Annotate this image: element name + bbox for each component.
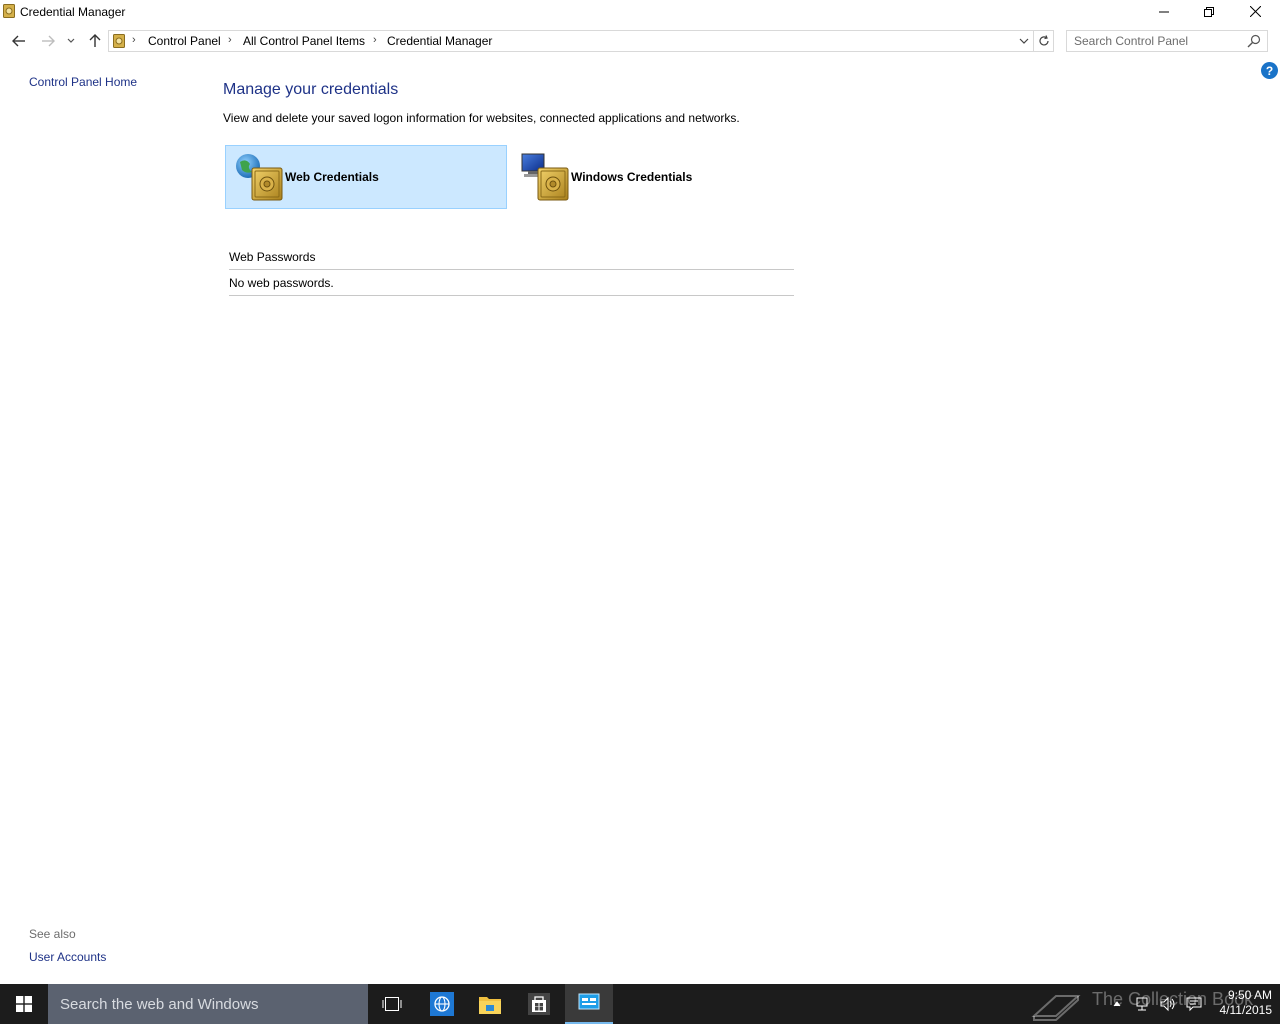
- see-also-label: See also: [29, 927, 76, 941]
- minimize-icon: [1159, 11, 1169, 12]
- control-panel-icon: [113, 34, 125, 48]
- close-button[interactable]: [1232, 0, 1278, 23]
- taskbar-search-box[interactable]: Search the web and Windows: [48, 984, 368, 1024]
- recent-locations-button[interactable]: [63, 31, 79, 51]
- windows-credentials-tile[interactable]: Windows Credentials: [511, 145, 793, 209]
- arrow-right-icon: [42, 35, 55, 47]
- breadcrumb-separator-icon: ›: [132, 34, 136, 46]
- search-icon[interactable]: [1247, 34, 1261, 48]
- user-accounts-link[interactable]: User Accounts: [29, 950, 106, 964]
- start-button[interactable]: [0, 984, 48, 1024]
- close-icon: [1249, 6, 1261, 17]
- section-divider: [229, 295, 794, 296]
- breadcrumb-separator-icon: ›: [373, 34, 377, 46]
- search-box[interactable]: [1066, 30, 1268, 52]
- windows-credentials-vault-icon: [521, 153, 569, 201]
- windows-logo-icon: [16, 996, 32, 1012]
- taskbar: Search the web and Windows The Collectio…: [0, 984, 1280, 1024]
- chevron-down-icon: [1019, 38, 1029, 44]
- show-hidden-icons-button[interactable]: [1108, 984, 1126, 1024]
- restore-button[interactable]: [1186, 0, 1232, 23]
- task-view-icon: [382, 997, 402, 1011]
- folder-icon: [479, 997, 501, 1014]
- task-view-button[interactable]: [368, 984, 416, 1024]
- window-title: Credential Manager: [20, 5, 126, 19]
- control-panel-taskbar-icon: [578, 993, 600, 1010]
- store-bag-icon: [528, 993, 550, 1015]
- control-panel-home-link[interactable]: Control Panel Home: [29, 75, 137, 89]
- title-bar: Credential Manager: [0, 0, 1280, 23]
- taskbar-control-panel-button[interactable]: [565, 984, 613, 1024]
- arrow-up-icon: [89, 34, 101, 47]
- restore-icon: [1204, 6, 1214, 17]
- volume-tray-button[interactable]: [1156, 984, 1180, 1024]
- taskbar-store-button[interactable]: [515, 984, 563, 1024]
- refresh-icon: [1038, 35, 1049, 46]
- refresh-button[interactable]: [1034, 30, 1054, 52]
- breadcrumb-credential-manager[interactable]: Credential Manager: [387, 34, 492, 48]
- speaker-icon: [1160, 996, 1175, 1012]
- empty-list-message: No web passwords.: [229, 276, 334, 290]
- address-bar[interactable]: › Control Panel › All Control Panel Item…: [108, 30, 1034, 52]
- page-title: Manage your credentials: [223, 81, 399, 98]
- clock-date: 4/11/2015: [1219, 1003, 1273, 1017]
- breadcrumb-separator-icon: ›: [228, 34, 232, 46]
- taskbar-search-text: Search the web and Windows: [60, 996, 259, 1013]
- windows-credentials-label: Windows Credentials: [571, 170, 693, 184]
- arrow-left-icon: [12, 35, 25, 47]
- clock-time: 9:50 AM: [1227, 988, 1272, 1002]
- navigation-bar: › Control Panel › All Control Panel Item…: [0, 23, 1280, 59]
- chevron-down-icon: [67, 38, 75, 43]
- up-button[interactable]: [85, 31, 105, 51]
- forward-button[interactable]: [38, 31, 58, 51]
- section-divider: [229, 269, 794, 270]
- taskbar-clock[interactable]: 9:50 AM 4/11/2015: [1200, 988, 1273, 1018]
- back-button[interactable]: [9, 31, 29, 51]
- breadcrumb-control-panel[interactable]: Control Panel: [148, 34, 221, 48]
- network-tray-button[interactable]: [1130, 984, 1154, 1024]
- web-credentials-label: Web Credentials: [285, 170, 379, 184]
- browser-globe-icon: [430, 992, 454, 1016]
- web-credentials-vault-icon: [236, 154, 283, 201]
- taskbar-file-explorer-button[interactable]: [466, 984, 514, 1024]
- network-icon: [1136, 997, 1148, 1011]
- minimize-button[interactable]: [1141, 0, 1187, 23]
- search-input[interactable]: [1074, 33, 1244, 49]
- address-history-dropdown[interactable]: [1016, 31, 1032, 51]
- credential-manager-app-icon: [3, 4, 15, 18]
- chevron-up-icon: [1113, 1001, 1121, 1007]
- help-button[interactable]: ?: [1261, 62, 1278, 79]
- breadcrumb-all-items[interactable]: All Control Panel Items: [243, 34, 365, 48]
- taskbar-browser-button[interactable]: [418, 984, 466, 1024]
- watermark-book-icon: [1031, 995, 1081, 1021]
- page-description: View and delete your saved logon informa…: [223, 111, 740, 125]
- web-passwords-section-title: Web Passwords: [229, 250, 316, 264]
- web-credentials-tile[interactable]: Web Credentials: [225, 145, 507, 209]
